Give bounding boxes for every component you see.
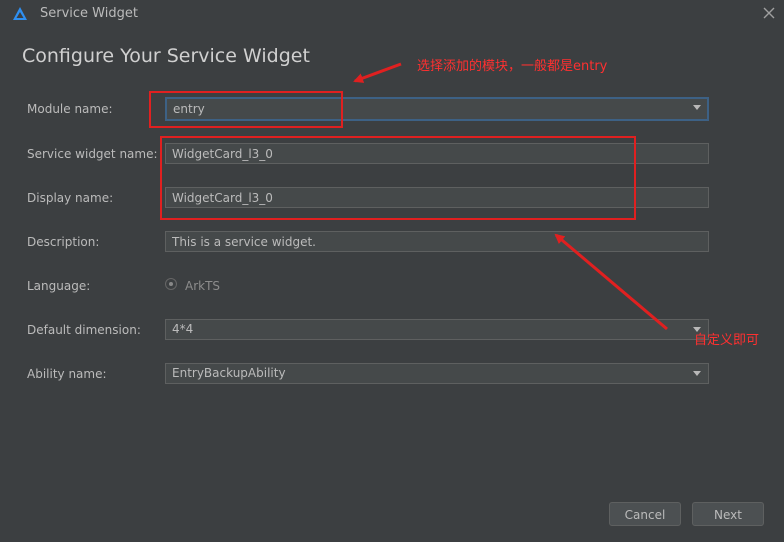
annotation-arrows bbox=[353, 62, 668, 331]
annotation-arrow-module bbox=[353, 62, 402, 83]
annotation-arrow-custom bbox=[554, 233, 668, 331]
